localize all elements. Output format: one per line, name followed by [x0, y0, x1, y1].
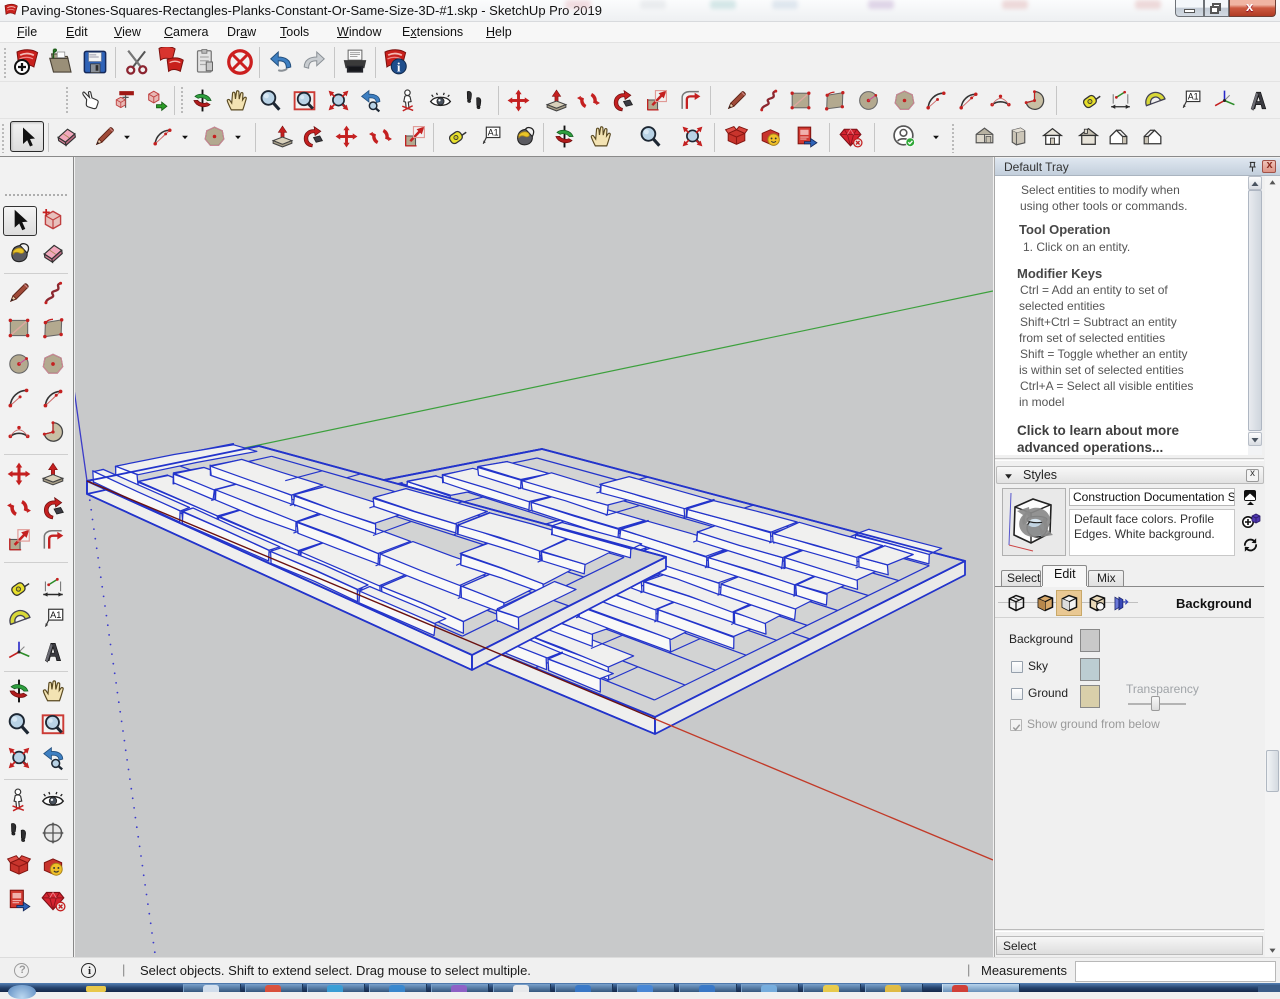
svg-text:i: i — [397, 59, 401, 74]
svg-text:A1: A1 — [488, 127, 499, 137]
svg-text:A1: A1 — [50, 610, 61, 620]
svg-text:A1: A1 — [1188, 91, 1199, 101]
